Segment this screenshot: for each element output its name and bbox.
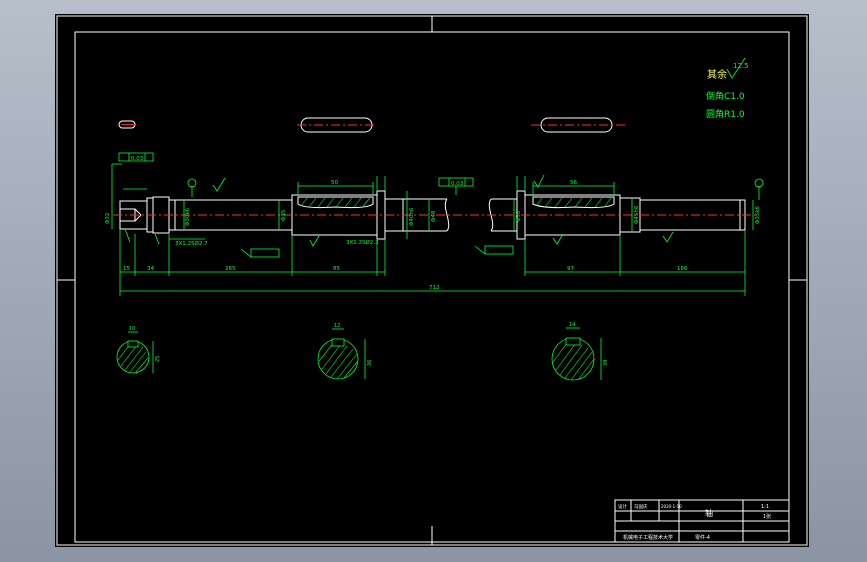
rest-roughness-value: 12.5 [733,62,749,70]
dim-overall: 712 [429,285,440,291]
dimension-lines [111,152,764,296]
keyway-top-view-left [297,117,377,133]
dim-seg-a: 15 [123,266,130,272]
dim-diam-center: Φ50 [516,210,522,222]
fillet-note: 圆角R1.0 [706,108,745,120]
dim-diam-right-end: Φ35k6 [755,205,761,224]
tb-school: 机械电子工程技术大学 [623,534,673,541]
tb-part-name: 轴 [705,508,713,518]
keyway-top-view-small [118,120,136,129]
tol-left: 0.03 [131,156,144,162]
tol-right: 0.03 [451,181,464,187]
svg-text:36: 36 [367,360,373,366]
keyway-right-section [532,196,615,209]
title-block: 设计 马国庆 2020-1-10 轴 1:1 1张 机械电子工程技术大学 零件-… [614,499,790,543]
section-c: 14 39 [551,322,609,381]
rest-roughness-label: 其余 [707,68,727,81]
chamfer-note: 倒角C1.0 [706,90,745,102]
dim-keyway-depth: 3X1.25Ø2.2 [346,239,379,246]
svg-text:14: 14 [569,322,575,328]
svg-text:25: 25 [155,356,161,362]
section-a: 10 25 [116,326,161,374]
tb-designer-label: 设计 [618,503,627,510]
tb-sheet: 1张 [763,513,771,520]
frame-center-marks [57,16,807,545]
outer-frame [56,15,808,546]
svg-text:10: 10 [129,326,135,332]
svg-text:39: 39 [603,360,609,366]
tb-drawing-no: 零件-4 [695,534,710,541]
tb-date: 2020-1-10 [661,504,682,509]
dim-diam-key-left: Φ40h6 [409,207,415,226]
dim-diam-collar: Φ48 [431,210,437,222]
dim-diam-key-right: Φ45h6 [634,205,640,224]
svg-text:12: 12 [334,323,340,329]
shaft-drawing: 其余 12.5 倒角C1.0 圆角R1.0 712 15 34 265 85 9… [56,15,808,546]
dim-diam-left-end: Φ32 [105,213,111,224]
dim-seg-right-a: 97 [567,266,574,272]
dim-diam-body-left: Φ35 [281,209,287,221]
keyway-left-section [297,196,374,209]
section-b: 12 36 [317,323,373,380]
dim-seg-c: 265 [225,266,236,272]
dim-keyway-right: 56 [570,180,577,186]
tb-designer-name: 马国庆 [634,503,648,510]
dim-seg-b: 34 [147,266,154,272]
dim-keyway-left: 50 [331,180,338,186]
dimension-texts: 712 15 34 265 85 97 186 50 56 3X1.25Ø2.2… [105,156,761,291]
dim-diam-bearing-left: Φ30k6 [185,207,191,226]
cad-viewport[interactable]: 其余 12.5 倒角C1.0 圆角R1.0 712 15 34 265 85 9… [55,14,809,547]
dim-seg-right-b: 186 [677,266,688,272]
keyway-top-view-right [531,117,627,133]
dim-key-label: 3X1.25Ø2.7 [175,240,208,247]
dim-seg-key: 85 [333,266,340,272]
tb-scale: 1:1 [761,504,769,510]
